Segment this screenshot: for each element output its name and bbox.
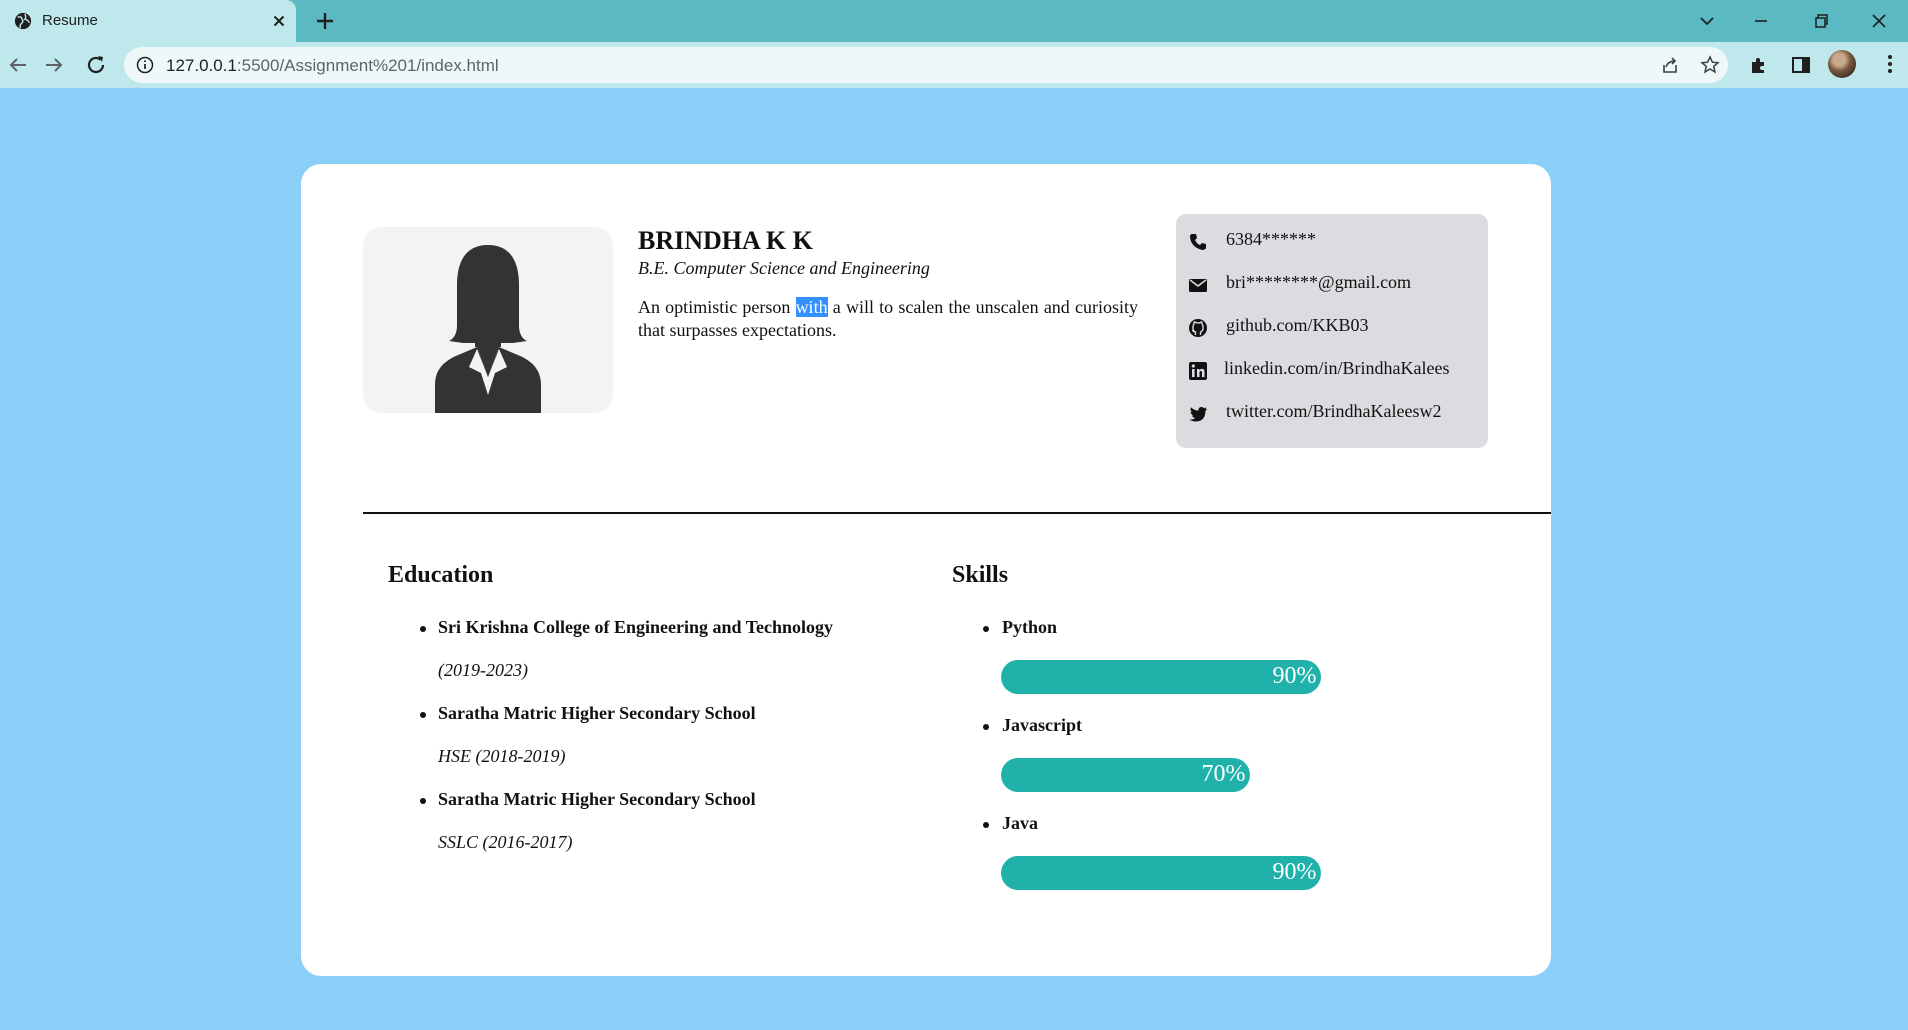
selected-text: with xyxy=(795,297,828,317)
skill-name: Javascript xyxy=(1002,715,1082,735)
contact-phone: 6384****** xyxy=(1176,226,1488,256)
reload-icon[interactable] xyxy=(84,53,108,77)
skill-percent: 90% xyxy=(1272,663,1317,689)
bullet xyxy=(420,798,426,804)
skill-name: Java xyxy=(1002,813,1038,833)
tab-strip: Resume xyxy=(0,0,1908,42)
bullet xyxy=(983,724,989,730)
degree-text: B.E. Computer Science and Engineering xyxy=(638,258,930,278)
envelope-icon xyxy=(1189,279,1207,292)
skill-bar-fill: 90% xyxy=(1001,856,1321,890)
url-path: :5500/Assignment%201/index.html xyxy=(236,56,499,75)
menu-dots-icon[interactable] xyxy=(1880,52,1900,76)
close-tab-icon[interactable] xyxy=(270,12,288,30)
contact-email: bri********@gmail.com xyxy=(1176,269,1488,299)
bullet xyxy=(420,626,426,632)
browser-toolbar: 127.0.0.1:5500/Assignment%201/index.html xyxy=(0,42,1908,88)
linkedin-icon xyxy=(1189,362,1207,380)
browser-tab[interactable]: Resume xyxy=(0,0,296,42)
education-school: Sri Krishna College of Engineering and T… xyxy=(438,617,834,637)
contact-linkedin: linkedin.com/in/BrindhaKalees xyxy=(1176,355,1488,385)
skills-heading: Skills xyxy=(952,562,1009,588)
restore-icon[interactable] xyxy=(1808,8,1834,34)
bookmark-star-icon[interactable] xyxy=(1700,55,1720,75)
summary-part: An optimistic person xyxy=(638,297,796,317)
bullet xyxy=(983,822,989,828)
skill-bar-javascript: 70% xyxy=(1001,758,1321,792)
site-info-icon[interactable] xyxy=(136,56,154,74)
phone-icon xyxy=(1190,234,1206,250)
summary-text: An optimistic person with a will to scal… xyxy=(638,296,1138,342)
contact-text: twitter.com/BrindhaKaleesw2 xyxy=(1226,401,1442,421)
education-years: HSE (2018-2019) xyxy=(438,746,566,766)
section-divider xyxy=(363,512,1551,514)
github-icon xyxy=(1189,319,1207,337)
contact-twitter: twitter.com/BrindhaKaleesw2 xyxy=(1176,398,1488,428)
skill-bar-java: 90% xyxy=(1001,856,1321,890)
contact-text: linkedin.com/in/BrindhaKalees xyxy=(1224,358,1450,378)
education-years: SSLC (2016-2017) xyxy=(438,832,573,852)
education-heading: Education xyxy=(388,562,494,588)
profile-avatar[interactable] xyxy=(1828,50,1856,78)
person-silhouette-icon xyxy=(435,245,541,413)
contact-text: bri********@gmail.com xyxy=(1226,272,1412,292)
tab-search-icon[interactable] xyxy=(1694,8,1720,34)
forward-icon[interactable] xyxy=(42,53,66,77)
person-name: BRINDHA K K xyxy=(638,226,813,255)
close-window-icon[interactable] xyxy=(1866,8,1892,34)
skill-percent: 70% xyxy=(1201,761,1246,787)
skill-percent: 90% xyxy=(1272,859,1317,885)
side-panel-icon[interactable] xyxy=(1790,54,1812,76)
url-text[interactable]: 127.0.0.1:5500/Assignment%201/index.html xyxy=(166,56,499,76)
resume-card: BRINDHA K K B.E. Computer Science and En… xyxy=(301,164,1551,976)
contact-text: 6384****** xyxy=(1226,229,1316,249)
twitter-icon xyxy=(1189,407,1207,422)
skill-bar-python: 90% xyxy=(1001,660,1321,694)
contact-text: github.com/KKB03 xyxy=(1226,315,1369,335)
skill-name: Python xyxy=(1002,617,1058,637)
contact-github: github.com/KKB03 xyxy=(1176,312,1488,342)
skill-bar-fill: 90% xyxy=(1001,660,1321,694)
address-bar[interactable]: 127.0.0.1:5500/Assignment%201/index.html xyxy=(124,47,1728,83)
profile-photo xyxy=(363,227,613,413)
bullet xyxy=(420,712,426,718)
share-icon[interactable] xyxy=(1660,55,1680,75)
contact-box: 6384****** bri********@gmail.com github.… xyxy=(1176,214,1488,448)
globe-icon xyxy=(14,12,32,30)
minimize-icon[interactable] xyxy=(1748,8,1774,34)
skill-bar-fill: 70% xyxy=(1001,758,1250,792)
tab-title: Resume xyxy=(42,12,98,29)
bullet xyxy=(983,626,989,632)
education-school: Saratha Matric Higher Secondary School xyxy=(438,703,756,723)
extensions-icon[interactable] xyxy=(1748,54,1770,76)
back-icon[interactable] xyxy=(6,53,30,77)
new-tab-icon[interactable] xyxy=(314,10,336,32)
education-years: (2019-2023) xyxy=(438,660,528,680)
url-host: 127.0.0.1 xyxy=(166,56,237,75)
education-school: Saratha Matric Higher Secondary School xyxy=(438,789,756,809)
